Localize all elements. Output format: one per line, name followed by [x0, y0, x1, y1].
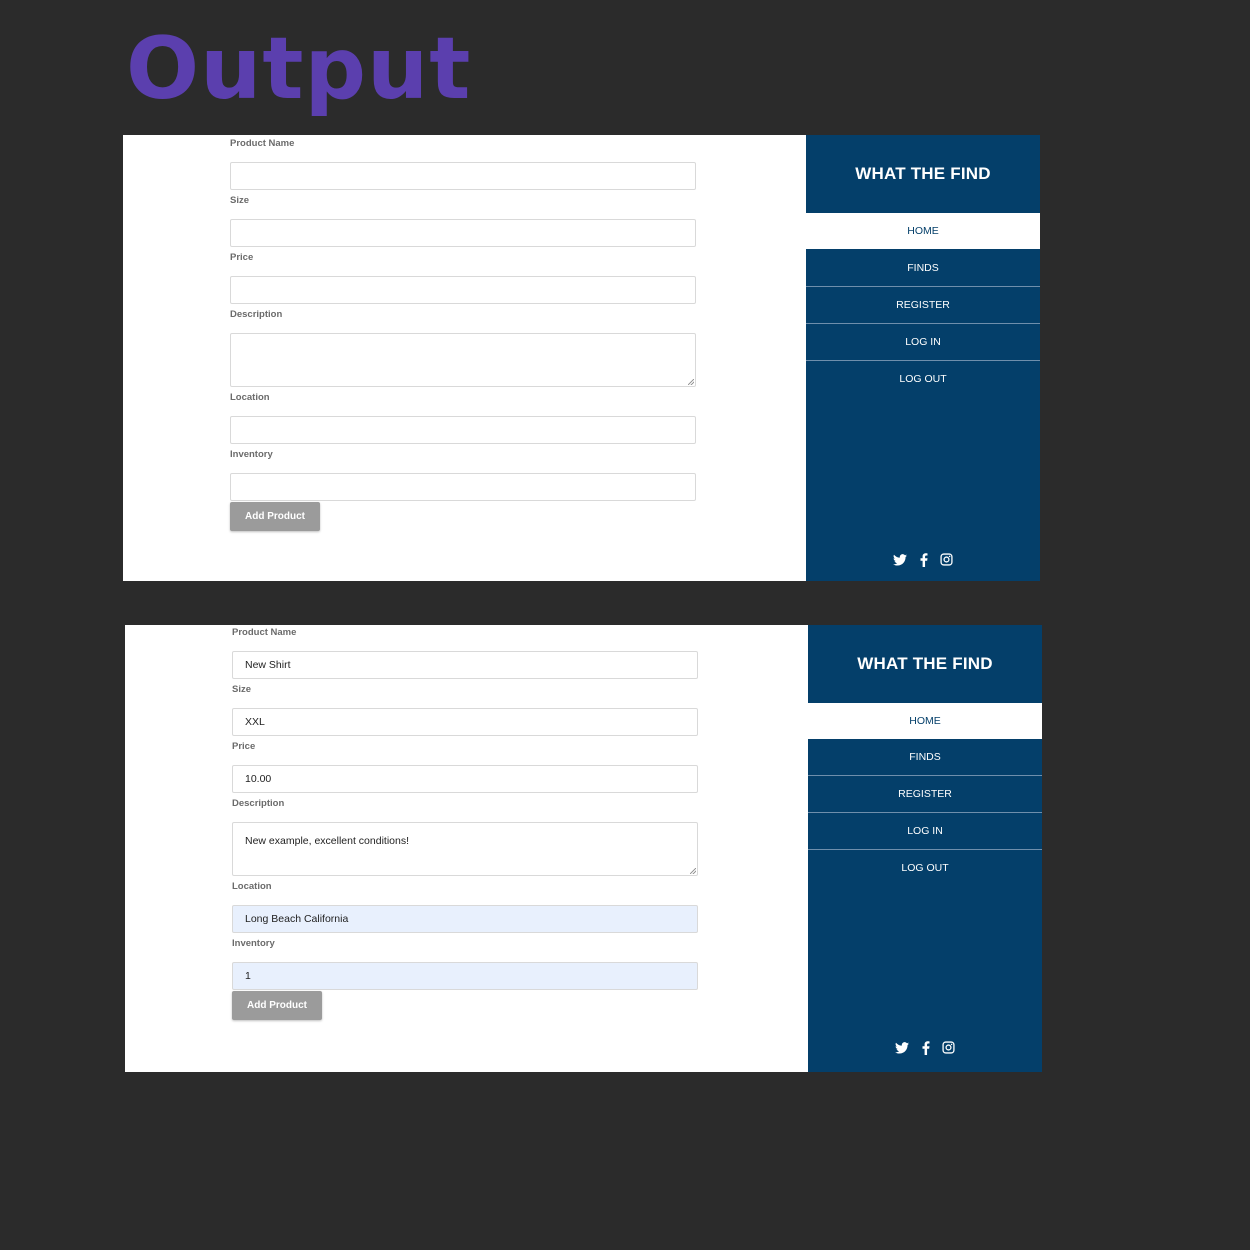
price-input[interactable] [230, 276, 696, 304]
instagram-icon[interactable] [940, 553, 953, 566]
product-name-input[interactable] [230, 162, 696, 190]
description-label: Description [232, 798, 285, 809]
size-label: Size [232, 684, 252, 695]
location-input[interactable] [230, 416, 696, 444]
nav-log-out[interactable]: LOG OUT [808, 849, 1042, 886]
size-input[interactable]: XXL [232, 708, 698, 736]
inventory-input[interactable] [230, 473, 696, 501]
nav-finds[interactable]: FINDS [808, 739, 1042, 775]
description-label: Description [230, 309, 283, 320]
price-label: Price [230, 252, 254, 263]
nav-log-in[interactable]: LOG IN [806, 323, 1040, 360]
social-links [808, 1039, 1042, 1057]
facebook-icon[interactable] [922, 1040, 930, 1055]
product-name-label: Product Name [230, 138, 295, 149]
nav-finds[interactable]: FINDS [806, 250, 1040, 286]
inventory-label: Inventory [232, 938, 275, 949]
instagram-icon[interactable] [942, 1041, 955, 1054]
price-input[interactable]: 10.00 [232, 765, 698, 793]
location-input[interactable]: Long Beach California [232, 905, 698, 933]
product-name-label: Product Name [232, 627, 297, 638]
add-product-form: Product Name Size Price Description Loca… [123, 135, 806, 581]
sidebar: WHAT THE FIND HOME FINDS REGISTER LOG IN… [808, 625, 1042, 1072]
twitter-icon[interactable] [895, 1041, 910, 1054]
screenshot-empty-form: Product Name Size Price Description Loca… [123, 135, 1040, 581]
description-textarea[interactable] [230, 333, 696, 387]
description-textarea[interactable]: New example, excellent conditions! [232, 822, 698, 876]
resize-grip-icon[interactable] [690, 868, 696, 874]
twitter-icon[interactable] [893, 553, 908, 566]
resize-grip-icon[interactable] [688, 379, 694, 385]
nav-home[interactable]: HOME [806, 213, 1040, 249]
output-heading: Output [126, 19, 472, 119]
inventory-label: Inventory [230, 449, 273, 460]
nav-register[interactable]: REGISTER [806, 286, 1040, 323]
brand-title: WHAT THE FIND [855, 164, 991, 183]
size-label: Size [230, 195, 250, 206]
location-label: Location [232, 881, 272, 892]
inventory-input[interactable]: 1 [232, 962, 698, 990]
sidebar: WHAT THE FIND HOME FINDS REGISTER LOG IN… [806, 135, 1040, 581]
location-label: Location [230, 392, 270, 403]
social-links [806, 551, 1040, 569]
nav-log-in[interactable]: LOG IN [808, 812, 1042, 849]
nav-home[interactable]: HOME [808, 703, 1042, 739]
screenshot-filled-form: Product Name New Shirt Size XXL Price 10… [125, 625, 1042, 1072]
add-product-form: Product Name New Shirt Size XXL Price 10… [125, 625, 808, 1072]
nav-register[interactable]: REGISTER [808, 775, 1042, 812]
description-text: New example, excellent conditions! [245, 835, 410, 847]
size-input[interactable] [230, 219, 696, 247]
brand-title: WHAT THE FIND [857, 654, 993, 673]
price-label: Price [232, 741, 256, 752]
nav-log-out[interactable]: LOG OUT [806, 360, 1040, 397]
add-product-button[interactable]: Add Product [232, 991, 322, 1020]
add-product-button[interactable]: Add Product [230, 502, 320, 531]
product-name-input[interactable]: New Shirt [232, 651, 698, 679]
facebook-icon[interactable] [920, 552, 928, 567]
